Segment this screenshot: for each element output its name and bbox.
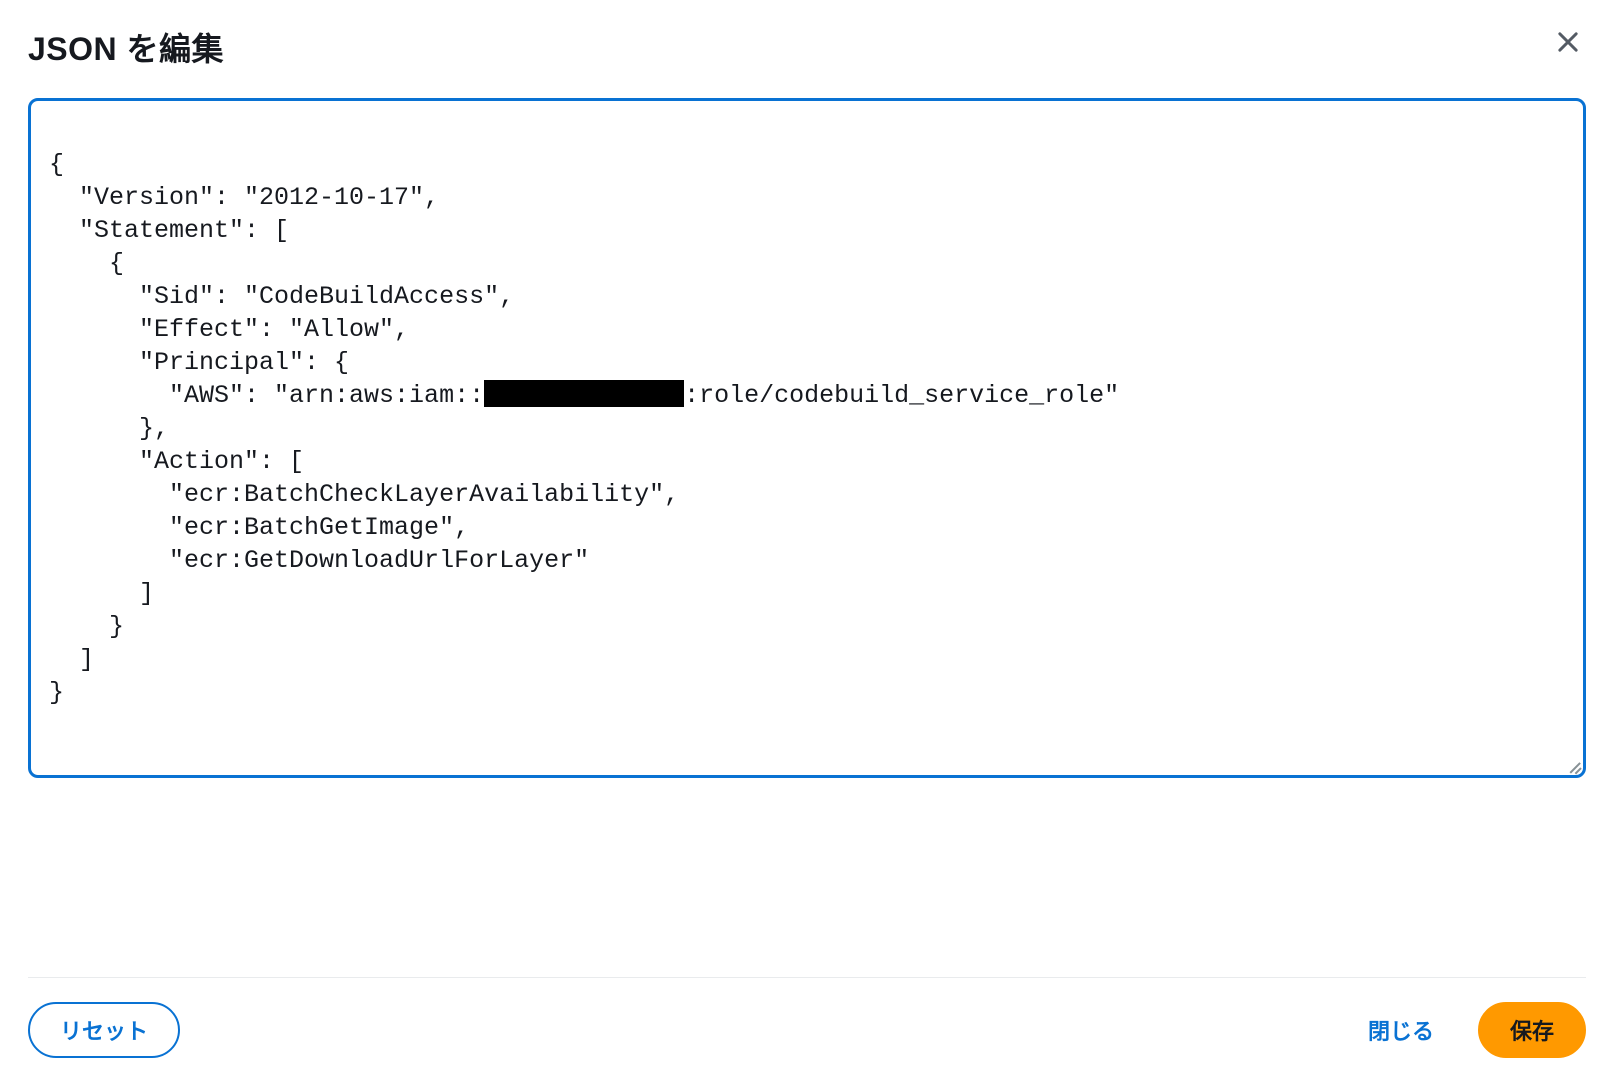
resize-handle-icon — [1565, 757, 1581, 773]
redacted-account-id — [484, 380, 684, 408]
close-text-button[interactable]: 閉じる — [1352, 1004, 1450, 1056]
save-button[interactable]: 保存 — [1478, 1002, 1586, 1058]
footer-right-group: 閉じる 保存 — [1352, 1002, 1586, 1058]
modal-footer: リセット 閉じる 保存 — [28, 978, 1586, 1086]
modal-header: JSON を編集 — [28, 24, 1586, 70]
reset-button[interactable]: リセット — [28, 1002, 180, 1058]
edit-json-modal: JSON を編集 { "Version": "2012-10-17", "Sta… — [0, 0, 1614, 1086]
editor-container: { "Version": "2012-10-17", "Statement": … — [28, 98, 1586, 949]
modal-title: JSON を編集 — [28, 24, 224, 70]
json-content: { "Version": "2012-10-17", "Statement": … — [49, 148, 1565, 709]
json-editor[interactable]: { "Version": "2012-10-17", "Statement": … — [28, 98, 1586, 778]
close-button[interactable] — [1550, 24, 1586, 60]
close-icon — [1554, 28, 1582, 56]
